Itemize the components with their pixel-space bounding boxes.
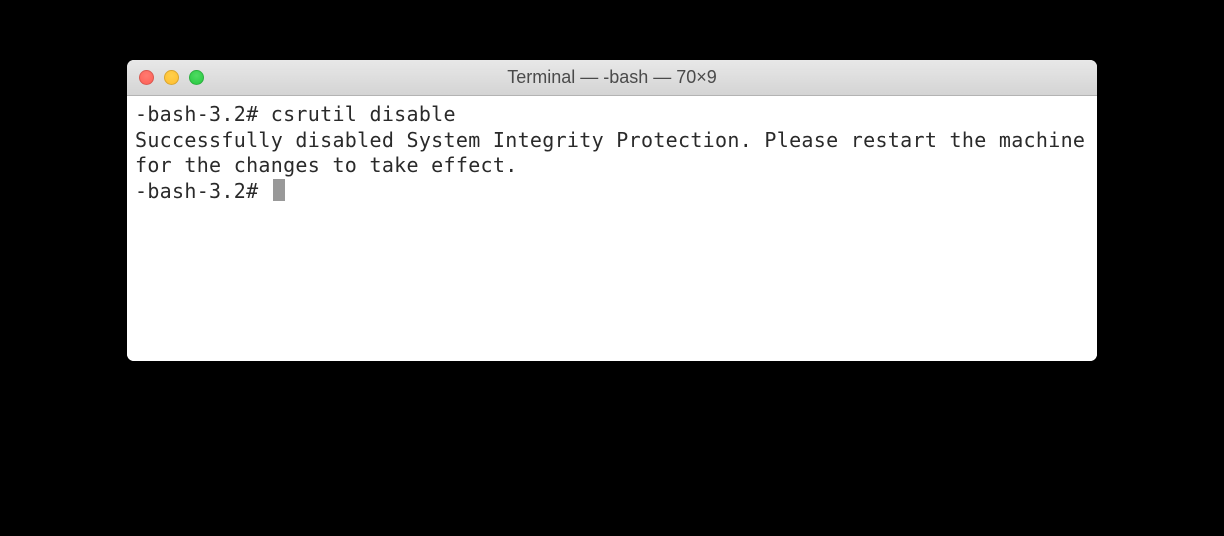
terminal-line-prompt: -bash-3.2#: [135, 179, 1089, 205]
terminal-window: Terminal — -bash — 70×9 -bash-3.2# csrut…: [127, 60, 1097, 361]
maximize-icon[interactable]: [189, 70, 204, 85]
terminal-line-output: Successfully disabled System Integrity P…: [135, 128, 1089, 179]
minimize-icon[interactable]: [164, 70, 179, 85]
window-title: Terminal — -bash — 70×9: [127, 67, 1097, 88]
prompt-text: -bash-3.2#: [135, 179, 271, 203]
terminal-content[interactable]: -bash-3.2# csrutil disable Successfully …: [127, 96, 1097, 361]
terminal-line-command: -bash-3.2# csrutil disable: [135, 102, 1089, 128]
window-titlebar[interactable]: Terminal — -bash — 70×9: [127, 60, 1097, 96]
cursor-icon: [273, 179, 285, 201]
close-icon[interactable]: [139, 70, 154, 85]
traffic-lights: [127, 70, 204, 85]
